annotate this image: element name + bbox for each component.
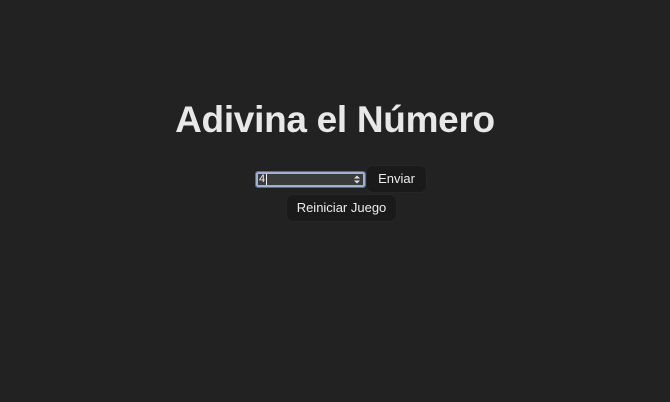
guess-number-input[interactable]: 4 <box>255 171 366 188</box>
up-down-spinner-icon[interactable] <box>353 174 361 185</box>
reset-game-button[interactable]: Reiniciar Juego <box>286 194 397 222</box>
send-button[interactable]: Enviar <box>366 165 427 193</box>
text-caret <box>266 174 267 185</box>
page-title: Adivina el Número <box>175 99 495 140</box>
guess-input-value: 4 <box>259 173 266 185</box>
